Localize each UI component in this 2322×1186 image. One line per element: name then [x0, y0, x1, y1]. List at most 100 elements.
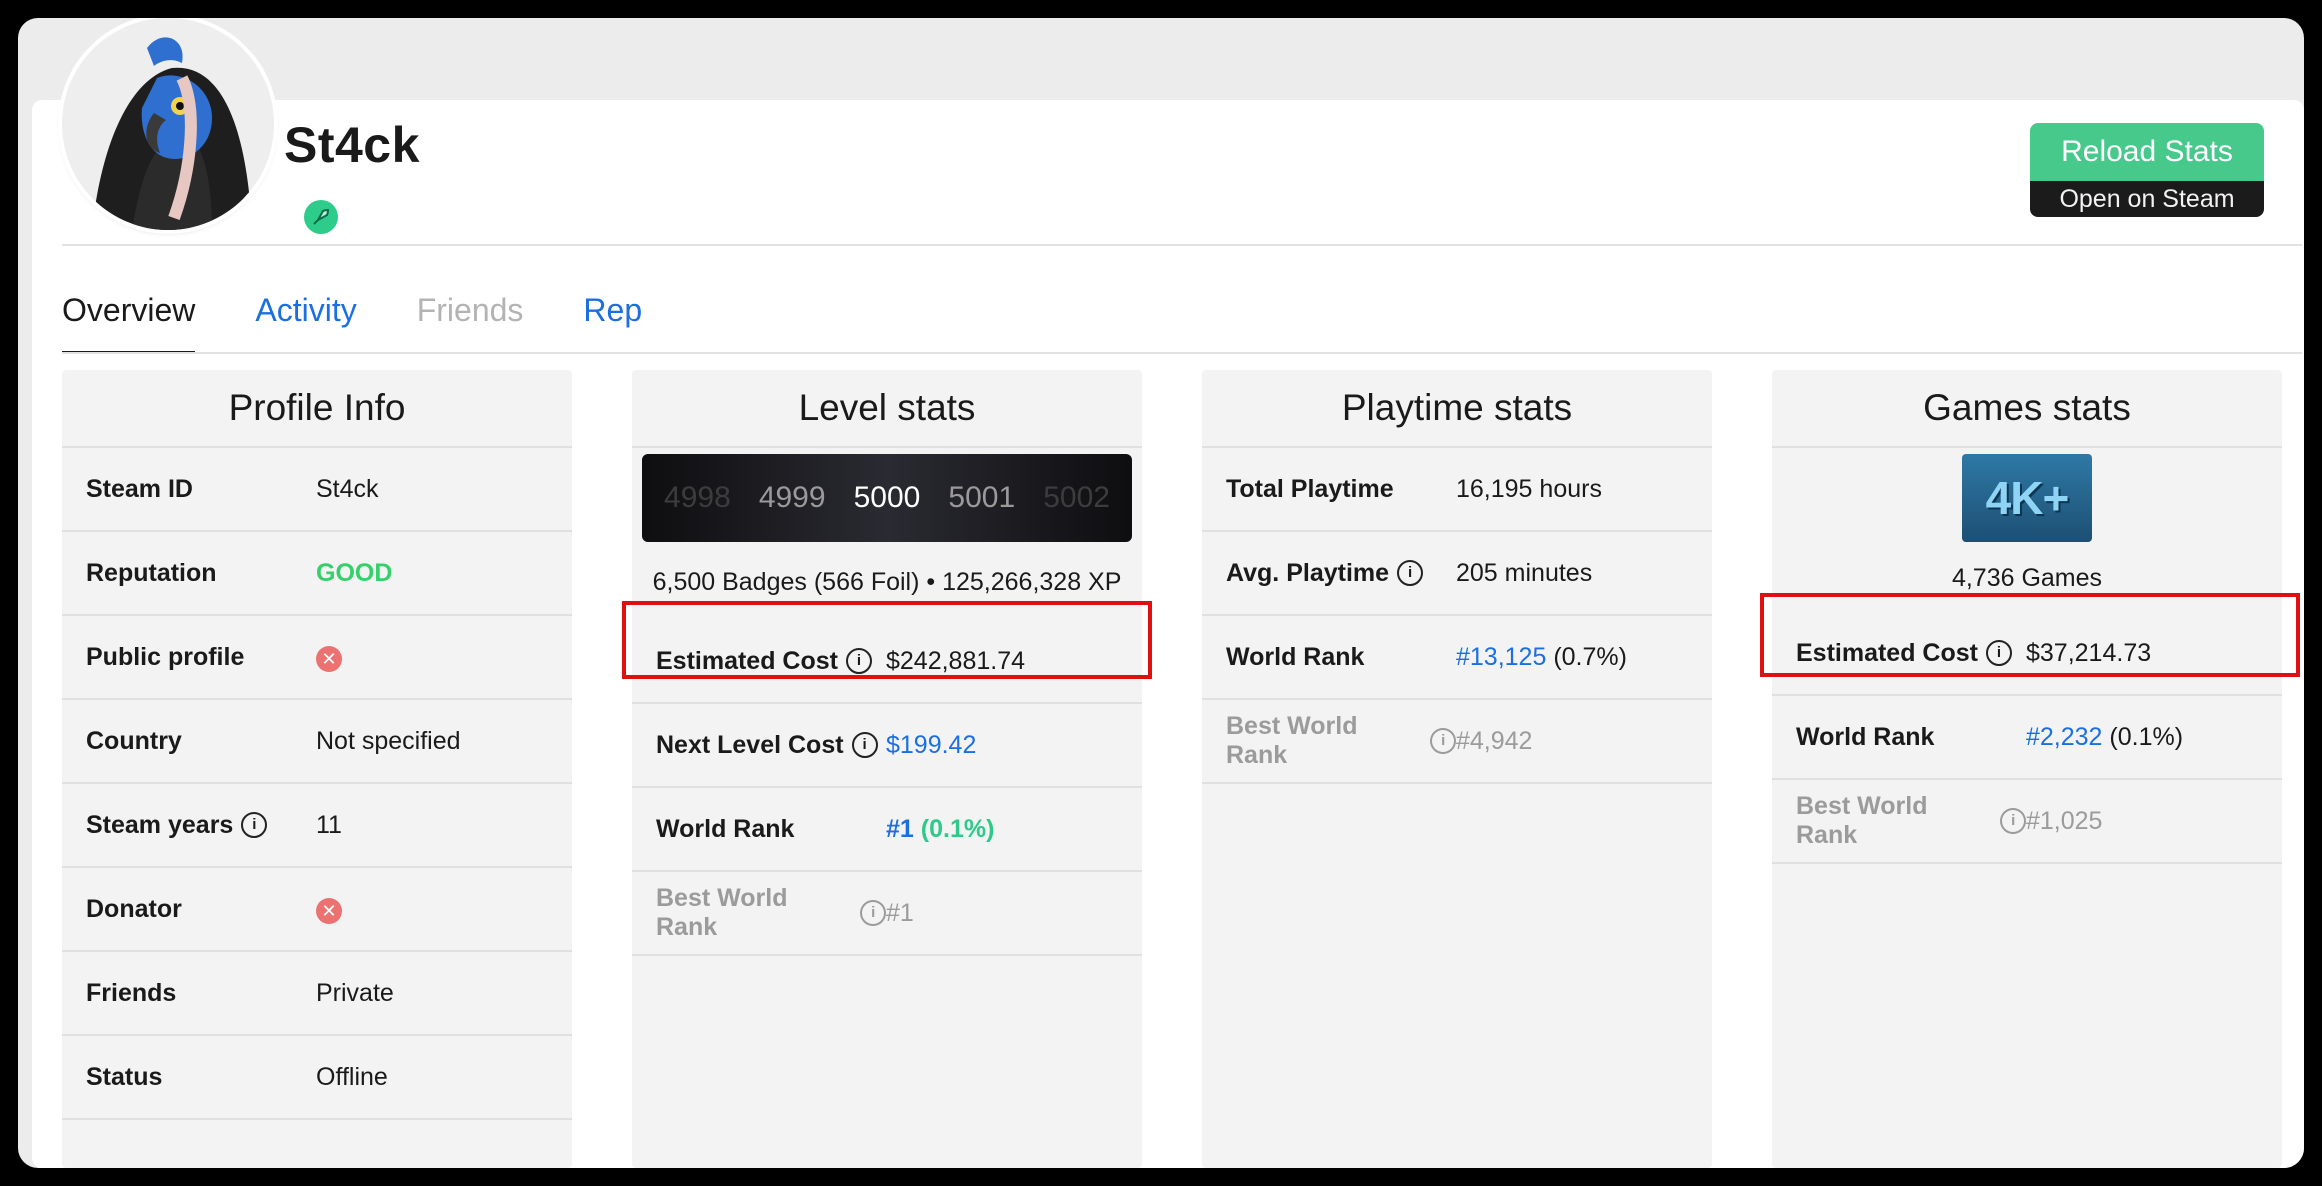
panel-title: Games stats — [1772, 370, 2282, 448]
row-label-text: Best World Rank — [1226, 712, 1358, 769]
panel-title: Profile Info — [62, 370, 572, 448]
parrot-hood-avatar-icon — [62, 18, 274, 230]
badges-summary: 6,500 Badges (566 Foil) • 125,266,328 XP — [652, 568, 1122, 596]
level-number: 5002 — [1043, 481, 1110, 514]
row-value: $242,881.74 — [886, 646, 1026, 675]
profile-name: St4ck — [284, 117, 420, 173]
level-badge-strip: 4998 4999 5000 5001 5002 — [642, 454, 1132, 542]
row-value: #4,942 — [1456, 726, 1533, 755]
level-number: 4999 — [758, 481, 826, 514]
row-value: Not specified — [316, 726, 461, 755]
open-on-steam-button[interactable]: Open on Steam — [2030, 181, 2264, 217]
row-label: Next Level Cost i — [632, 731, 886, 760]
rank-percent: (0.1%) — [2109, 722, 2184, 751]
row-label: Best World Rank i — [1772, 792, 2026, 850]
table-row: Friends Private — [62, 952, 572, 1036]
profile-info-panel: Profile Info Steam ID St4ck Reputation G… — [62, 370, 572, 1168]
avatar — [62, 18, 274, 230]
profile-tabs: Overview Activity Friends Rep — [62, 278, 702, 354]
games-count: 4,736 Games — [1951, 564, 2103, 592]
world-rank-link[interactable]: #1 — [886, 815, 914, 843]
row-label: Total Playtime — [1226, 474, 1394, 503]
row-value: St4ck — [316, 474, 379, 503]
row-label: Best World Rank i — [632, 884, 886, 942]
rank-percent: (0.7%) — [1553, 642, 1627, 671]
row-label-text: Best World Rank — [656, 884, 788, 941]
reputation-value: GOOD — [316, 558, 393, 587]
row-label-text: Avg. Playtime — [1226, 558, 1390, 587]
info-icon[interactable]: i — [845, 648, 872, 674]
info-icon[interactable]: i — [2000, 808, 2026, 834]
info-icon[interactable]: i — [1397, 560, 1424, 586]
table-row: World Rank #13,125 (0.7%) — [1202, 616, 1712, 700]
row-label: Best World Rank i — [1202, 712, 1456, 770]
row-label: Status — [86, 1062, 163, 1091]
row-value: Offline — [316, 1062, 388, 1091]
divider — [62, 244, 2302, 246]
row-label-text: Best World Rank — [1796, 792, 1928, 849]
row-label-text: Steam years — [86, 810, 234, 839]
row-label: Donator — [86, 894, 182, 923]
row-label-text: Estimated Cost — [656, 646, 838, 675]
next-level-cost-link[interactable]: $199.42 — [886, 731, 1142, 760]
row-label: Public profile — [86, 642, 245, 671]
table-row: Best World Rank i #1 — [632, 872, 1142, 956]
row-label: Reputation — [86, 558, 217, 587]
table-row: Best World Rank i #4,942 — [1202, 700, 1712, 784]
divider — [62, 352, 2302, 354]
row-label-text: Next Level Cost — [656, 730, 844, 759]
rocket-icon — [304, 200, 338, 234]
info-icon[interactable]: i — [241, 812, 268, 838]
row-label: Steam ID — [86, 474, 193, 503]
row-label: Friends — [86, 978, 177, 1007]
level-number: 5001 — [948, 481, 1016, 514]
info-icon[interactable]: i — [1985, 640, 2012, 666]
row-label: Avg. Playtime i — [1202, 559, 1456, 588]
table-row: Status Offline — [62, 1036, 572, 1120]
table-row: World Rank #2,232 (0.1%) — [1772, 696, 2282, 780]
games-stats-panel: Games stats 4K+ 4,736 Games Estimated Co… — [1772, 370, 2282, 1168]
info-icon[interactable]: i — [860, 900, 886, 926]
cross-icon: ✕ — [316, 897, 342, 924]
table-row: Estimated Cost i $242,881.74 — [632, 620, 1142, 704]
row-value: 205 minutes — [1456, 558, 1593, 587]
tab-activity[interactable]: Activity — [255, 278, 356, 354]
current-level-number: 5000 — [853, 481, 921, 514]
table-row: World Rank #1 (0.1%) — [632, 788, 1142, 872]
row-label: Country — [86, 726, 182, 755]
table-row: Steam ID St4ck — [62, 448, 572, 532]
rank-percent: (0.1%) — [920, 814, 995, 843]
row-label: Estimated Cost i — [1772, 639, 2026, 668]
info-icon[interactable]: i — [851, 732, 878, 758]
row-value: $37,214.73 — [2026, 638, 2152, 667]
table-row: Reputation GOOD — [62, 532, 572, 616]
games-badge-icon: 4K+ — [1962, 454, 2092, 542]
row-value: #1 — [886, 898, 914, 927]
reload-stats-button[interactable]: Reload Stats — [2030, 123, 2264, 181]
tab-rep[interactable]: Rep — [583, 278, 642, 354]
tab-friends: Friends — [416, 292, 524, 328]
cross-icon: ✕ — [316, 645, 342, 672]
info-icon[interactable]: i — [1430, 728, 1456, 754]
panel-title: Level stats — [632, 370, 1142, 448]
row-value: #1,025 — [2026, 806, 2103, 835]
tab-overview[interactable]: Overview — [62, 278, 196, 354]
table-row: Public profile ✕ — [62, 616, 572, 700]
world-rank-link[interactable]: #13,125 — [1456, 643, 1546, 671]
table-row: Estimated Cost i $37,214.73 — [1772, 612, 2282, 696]
playtime-stats-panel: Playtime stats Total Playtime 16,195 hou… — [1202, 370, 1712, 1168]
world-rank-link[interactable]: #2,232 — [2026, 723, 2102, 751]
row-value: 11 — [316, 810, 342, 839]
table-row: Avg. Playtime i 205 minutes — [1202, 532, 1712, 616]
row-label: Estimated Cost i — [632, 647, 886, 676]
panel-title: Playtime stats — [1202, 370, 1712, 448]
table-row: Next Level Cost i $199.42 — [632, 704, 1142, 788]
row-label: Steam years i — [62, 811, 316, 840]
table-row: Country Not specified — [62, 700, 572, 784]
table-row: Steam years i 11 — [62, 784, 572, 868]
row-label: World Rank — [1796, 722, 1935, 751]
table-row: Total Playtime 16,195 hours — [1202, 448, 1712, 532]
row-value: 16,195 hours — [1456, 474, 1602, 503]
row-value: Private — [316, 978, 394, 1007]
table-row: Best World Rank i #1,025 — [1772, 780, 2282, 864]
